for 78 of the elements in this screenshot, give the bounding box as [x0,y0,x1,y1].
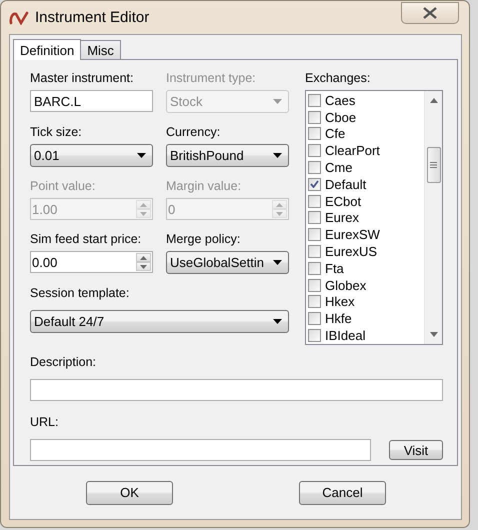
exchange-label[interactable]: Fta [325,260,344,276]
checkbox[interactable] [308,329,321,342]
field-label: Tick size: [30,124,83,141]
tab[interactable]: Misc [80,40,121,59]
checkbox[interactable] [308,194,321,208]
checkbox[interactable] [308,161,321,174]
checkbox[interactable] [308,278,321,292]
dialog-button[interactable]: OK [86,480,173,504]
field-label: Margin value: [166,178,242,195]
exchange-label[interactable]: IBIdeal [325,328,366,344]
scroll-up-icon[interactable] [430,98,438,103]
dropdown[interactable]: Default 24/7 [30,310,289,333]
exchange-label[interactable]: ECbot [325,194,362,209]
down-arrow-icon [140,212,147,216]
exchange-label[interactable]: ClearPort [325,143,380,158]
scroll-down-icon[interactable] [430,332,438,337]
dropdown[interactable]: BritishPound [166,144,289,167]
scrollbar[interactable] [424,91,442,344]
checkbox[interactable] [308,144,321,158]
up-arrow-icon [140,202,147,206]
field-label: Merge policy: [166,231,242,248]
spin-down-button[interactable] [136,262,151,271]
caret-icon [273,99,282,104]
window-title: Instrument Editor [35,9,150,26]
dropdown[interactable]: 0.01 [30,144,153,167]
exchange-label[interactable]: EurexUS [325,244,378,260]
close-button[interactable] [401,2,459,24]
checkbox[interactable] [308,110,321,124]
exchange-label[interactable]: EurexSW [325,227,380,242]
visit-button[interactable]: Visit [389,440,443,460]
exchange-label[interactable]: Cme [325,160,352,176]
grip-icon [430,162,437,168]
spin-up-button[interactable] [136,253,151,262]
checkbox[interactable] [308,127,321,140]
checkbox[interactable] [308,94,321,107]
field-label: Instrument type: [166,70,257,87]
field-label: Description: [30,354,97,371]
field-label: Exchanges: [305,70,372,87]
field-label: Point value: [30,178,96,195]
app-logo-icon [9,10,29,24]
spin-field[interactable]: 0.00 [30,251,153,273]
field-label: Master instrument: [30,70,135,87]
field-label: Currency: [166,124,222,141]
check-icon [310,180,319,188]
exchange-label[interactable]: Eurex [325,210,359,226]
checkbox[interactable] [308,295,321,308]
exchange-label[interactable]: Hkex [325,294,355,310]
caret-icon [137,153,146,158]
up-arrow-icon [140,256,147,260]
checkbox[interactable] [308,178,321,191]
scroll-thumb[interactable] [426,147,440,183]
tab[interactable]: Definition [13,39,82,60]
field-label: Sim feed start price: [30,231,142,248]
field-label: Session template: [30,285,130,302]
caret-icon [273,153,282,158]
checkbox[interactable] [308,228,321,242]
dropdown[interactable]: UseGlobalSettin [166,251,289,274]
checkbox[interactable] [308,262,321,275]
checkbox[interactable] [308,245,321,258]
exchange-label[interactable]: Hkfe [325,311,352,326]
checkbox[interactable] [308,211,321,224]
exchange-label[interactable]: Cboe [325,110,356,125]
caret-icon [273,260,282,265]
text-field[interactable]: BARC.L [30,90,153,112]
exchange-label[interactable]: Cfe [325,126,346,142]
exchange-label[interactable]: Globex [325,278,366,293]
checkbox[interactable] [308,312,321,326]
dialog-button[interactable]: Cancel [299,480,386,504]
close-icon [423,6,437,18]
description-field[interactable] [30,379,443,401]
caret-icon [273,319,282,324]
exchange-label[interactable]: Default [325,176,366,192]
down-arrow-icon [140,264,147,268]
field-label: URL: [30,414,60,431]
down-arrow-icon [276,212,283,216]
exchange-label[interactable]: Caes [325,92,356,108]
url-field[interactable] [30,439,371,461]
up-arrow-icon [276,202,283,206]
